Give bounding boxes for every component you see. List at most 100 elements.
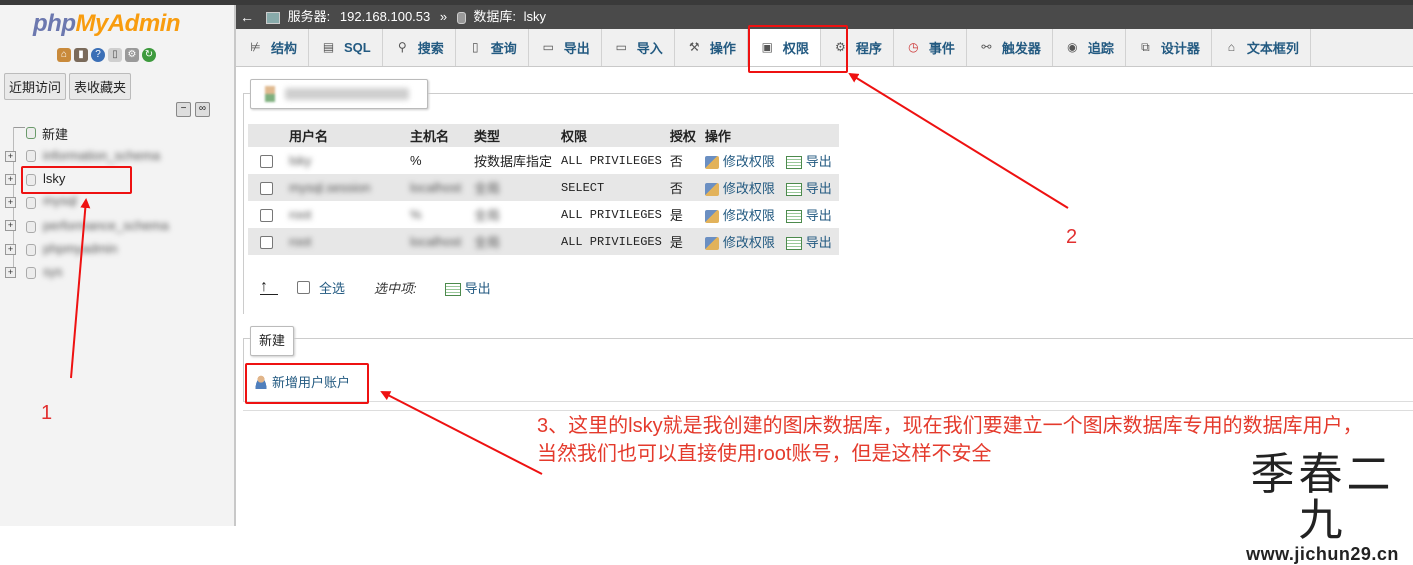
cell-grant: 是	[665, 228, 701, 255]
phpmyadmin-logo[interactable]: phpMyAdmin	[33, 10, 180, 38]
tree-db-mysql[interactable]: mysql	[43, 193, 77, 208]
header-privileges: 权限	[557, 124, 666, 147]
nav-icon-bar: ⌂ ▮ ? ▯ ⚙ ↻	[57, 48, 156, 62]
cell-privileges: ALL PRIVILEGES	[557, 201, 666, 228]
tab-central-columns[interactable]: ⌂ 文本框列	[1212, 29, 1311, 66]
row-checkbox[interactable]	[260, 209, 273, 223]
export-icon	[444, 283, 461, 297]
cell-host: localhost	[410, 234, 462, 249]
select-arrow-icon: ↑	[260, 279, 278, 295]
header-user: 用户名	[285, 124, 406, 147]
tree-db-performance-schema[interactable]: performance_schema	[43, 218, 169, 233]
recent-tab[interactable]: 近期访问	[4, 73, 67, 100]
row-checkbox[interactable]	[260, 182, 273, 196]
with-selected-label: 选中项:	[374, 281, 417, 296]
expand-icon[interactable]: +	[5, 197, 16, 208]
cell-privileges: ALL PRIVILEGES	[557, 147, 666, 174]
expand-icon[interactable]: +	[5, 220, 16, 231]
import-icon: ▭	[615, 40, 627, 54]
docs-icon[interactable]: ▯	[108, 48, 122, 62]
tab-query[interactable]: ▯ 查询	[456, 29, 529, 66]
tree-db-phpmyadmin[interactable]: phpmyadmin	[43, 241, 117, 256]
left-arrow-icon[interactable]: ←	[240, 5, 254, 29]
cell-privileges: ALL PRIVILEGES	[557, 228, 666, 255]
cell-grant: 是	[665, 201, 701, 228]
table-header-row: 用户名 主机名 类型 权限 授权 操作	[248, 124, 839, 147]
header-checkbox-col	[248, 124, 285, 147]
reload-icon[interactable]: ↻	[142, 48, 156, 62]
row-checkbox[interactable]	[260, 236, 273, 250]
cell-grant: 否	[665, 174, 701, 201]
arrow-3	[380, 391, 543, 475]
nav-tabs: 近期访问 表收藏夹	[4, 73, 132, 100]
expand-icon[interactable]: +	[5, 151, 16, 162]
logout-icon[interactable]: ▮	[74, 48, 88, 62]
breadcrumb-database-label: 数据库:	[473, 9, 516, 24]
export-icon	[785, 183, 802, 197]
watermark-title: 季春二九	[1250, 449, 1395, 546]
select-all-checkbox[interactable]	[297, 281, 310, 294]
query-icon: ▯	[471, 40, 479, 54]
collapse-all-icon[interactable]: −	[176, 102, 191, 117]
users-legend-text	[285, 88, 409, 100]
edit-privileges-icon	[704, 183, 719, 197]
database-icon	[456, 11, 466, 24]
export-icon: ▭	[542, 40, 554, 54]
breadcrumb-database[interactable]: lsky	[524, 9, 546, 24]
edit-privileges-icon	[704, 237, 719, 251]
expand-icon[interactable]: +	[5, 244, 16, 255]
edit-privileges-icon	[704, 156, 719, 170]
tab-export[interactable]: ▭ 导出	[529, 29, 602, 66]
selection-row: ↑ 全选 选中项: 导出	[260, 278, 491, 297]
tab-search[interactable]: ⚲ 搜索	[383, 29, 456, 66]
tab-operations[interactable]: ⚒ 操作	[675, 29, 748, 66]
help-icon[interactable]: ?	[91, 48, 105, 62]
export-icon	[785, 210, 802, 224]
cell-host: %	[410, 207, 422, 222]
tab-events[interactable]: ◷ 事件	[894, 29, 967, 66]
watermark-url: www.jichun29.cn	[1246, 544, 1399, 564]
tree-new[interactable]: 新建	[42, 124, 68, 143]
export-user-link[interactable]: 导出	[785, 181, 832, 197]
export-user-link[interactable]: 导出	[785, 154, 832, 170]
expand-icon[interactable]: +	[5, 174, 16, 185]
expand-icon[interactable]: +	[5, 267, 16, 278]
cell-type: 按数据库指定	[470, 147, 557, 174]
navigation-panel: phpMyAdmin ⌂ ▮ ? ▯ ⚙ ↻ 近期访问 表收藏夹 − ∞ 新建 …	[0, 5, 236, 526]
tree-db-information-schema[interactable]: information_schema	[43, 148, 160, 163]
cell-grant: 否	[665, 147, 701, 174]
edit-privileges-link[interactable]: 修改权限	[704, 181, 775, 197]
cell-type: 全局	[474, 235, 501, 250]
link-icon[interactable]: ∞	[195, 102, 210, 117]
tab-triggers[interactable]: ⚯ 触发器	[967, 29, 1053, 66]
home-icon[interactable]: ⌂	[57, 48, 71, 62]
tab-tracking[interactable]: ◉ 追踪	[1053, 29, 1126, 66]
new-user-fieldset	[243, 338, 1413, 402]
sql-icon: ▤	[322, 40, 335, 54]
tab-structure[interactable]: ⊭ 结构	[236, 29, 310, 66]
tab-import[interactable]: ▭ 导入	[602, 29, 675, 66]
edit-privileges-link[interactable]: 修改权限	[704, 154, 775, 170]
export-selected-button[interactable]: 导出	[444, 278, 491, 297]
edit-privileges-icon	[704, 210, 719, 224]
tree-db-sys[interactable]: sys	[43, 264, 63, 279]
breadcrumb-separator: »	[439, 9, 448, 24]
edit-privileges-link[interactable]: 修改权限	[704, 235, 775, 251]
row-checkbox[interactable]	[260, 155, 273, 169]
tab-sql[interactable]: ▤ SQL	[309, 29, 383, 66]
breadcrumb-server[interactable]: 192.168.100.53	[340, 9, 430, 24]
export-user-link[interactable]: 导出	[785, 235, 832, 251]
edit-privileges-link[interactable]: 修改权限	[704, 208, 775, 224]
export-user-link[interactable]: 导出	[785, 208, 832, 224]
highlight-box-privileges-tab	[748, 25, 848, 73]
export-icon	[785, 237, 802, 251]
favorites-tab[interactable]: 表收藏夹	[69, 73, 132, 100]
select-all-label[interactable]: 全选	[319, 278, 345, 297]
collapse-controls: − ∞	[176, 102, 210, 117]
database-icon	[26, 197, 36, 209]
database-icon	[26, 244, 36, 256]
tab-designer[interactable]: ⧉ 设计器	[1126, 29, 1212, 66]
users-legend	[250, 79, 428, 109]
structure-icon: ⊭	[250, 40, 261, 54]
settings-icon[interactable]: ⚙	[125, 48, 139, 62]
